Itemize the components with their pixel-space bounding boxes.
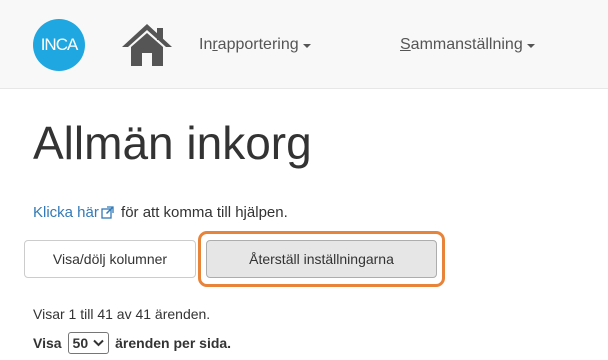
caret-down-icon	[526, 44, 535, 48]
home-icon[interactable]	[120, 22, 174, 68]
logo-text: INCA	[40, 35, 79, 54]
nav-sammanstallning-dropdown[interactable]: Sammanställning	[400, 36, 535, 54]
nav-inrapportering-label: Inrapportering	[199, 36, 299, 53]
reset-settings-button[interactable]: Återställ inställningarna	[206, 240, 437, 278]
per-page-select[interactable]: 50	[67, 332, 110, 354]
per-page-prefix: Visa	[33, 335, 62, 351]
per-page-control: Visa 50 ärenden per sida.	[33, 332, 231, 354]
caret-down-icon	[302, 44, 311, 48]
nav-sammanstallning-label: Sammanställning	[400, 36, 523, 53]
nav-inrapportering-dropdown[interactable]: Inrapportering	[199, 36, 311, 54]
help-link[interactable]: Klicka här	[33, 204, 117, 221]
chevron-down-icon	[93, 339, 104, 347]
results-info: Visar 1 till 41 av 41 ärenden.	[33, 306, 211, 322]
navbar: INCA Inrapportering Sammanställning	[0, 0, 608, 89]
toggle-columns-button[interactable]: Visa/dölj kolumner	[24, 240, 196, 278]
per-page-suffix: ärenden per sida.	[115, 335, 232, 351]
inca-logo[interactable]: INCA	[33, 19, 85, 71]
help-rest: för att komma till hjälpen.	[116, 204, 288, 221]
per-page-value: 50	[72, 335, 89, 351]
page-title: Allmän inkorg	[33, 117, 312, 169]
external-link-icon	[101, 206, 114, 219]
help-text: Klicka här för att komma till hjälpen.	[33, 204, 288, 221]
